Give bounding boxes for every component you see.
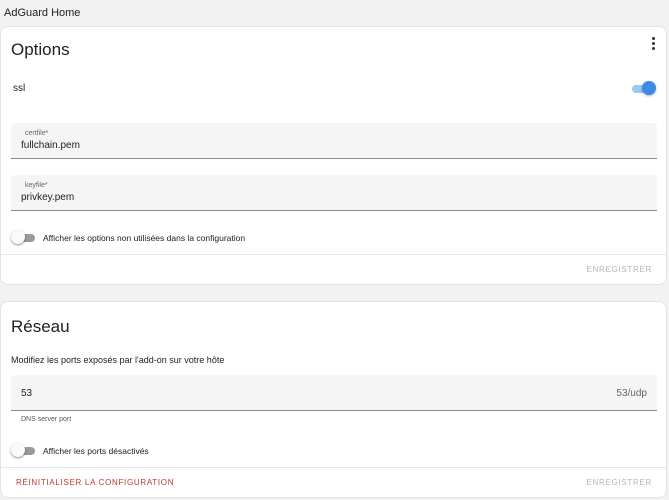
keyfile-field[interactable]: keyfile* privkey.pem: [11, 175, 657, 211]
keyfile-label: keyfile*: [25, 182, 48, 189]
dns-port-helper: DNS server port: [21, 416, 72, 423]
dns-port-suffix: 53/udp: [616, 388, 647, 399]
dns-port-field[interactable]: 53 53/udp: [11, 375, 657, 411]
ssl-toggle[interactable]: [632, 81, 656, 97]
network-save-button[interactable]: ENREGISTRER: [587, 478, 653, 487]
show-unused-label: Afficher les options non utilisées dans …: [43, 233, 246, 243]
options-divider: [1, 254, 666, 255]
more-vert-icon[interactable]: [650, 37, 656, 51]
show-disabled-ports-label: Afficher les ports désactivés: [43, 446, 149, 456]
show-disabled-ports-toggle[interactable]: [11, 443, 35, 459]
ssl-label: ssl: [13, 83, 26, 94]
reset-config-button[interactable]: RÉINITIALISER LA CONFIGURATION: [16, 478, 174, 487]
network-card: Réseau Modifiez les ports exposés par l'…: [0, 301, 667, 498]
options-card: Options ssl certfile* fullchain.pem keyf…: [0, 26, 667, 285]
network-description: Modifiez les ports exposés par l'add-on …: [11, 355, 225, 365]
certfile-field[interactable]: certfile* fullchain.pem: [11, 123, 657, 159]
options-save-button[interactable]: ENREGISTRER: [587, 265, 653, 274]
app-title: AdGuard Home: [4, 7, 81, 19]
network-title: Réseau: [11, 317, 70, 336]
certfile-label: certfile*: [25, 130, 49, 137]
keyfile-value: privkey.pem: [21, 192, 75, 203]
dns-port-value: 53: [21, 388, 33, 399]
network-divider: [1, 467, 666, 468]
show-unused-toggle[interactable]: [11, 230, 35, 246]
certfile-value: fullchain.pem: [21, 140, 80, 151]
options-title: Options: [11, 40, 70, 59]
